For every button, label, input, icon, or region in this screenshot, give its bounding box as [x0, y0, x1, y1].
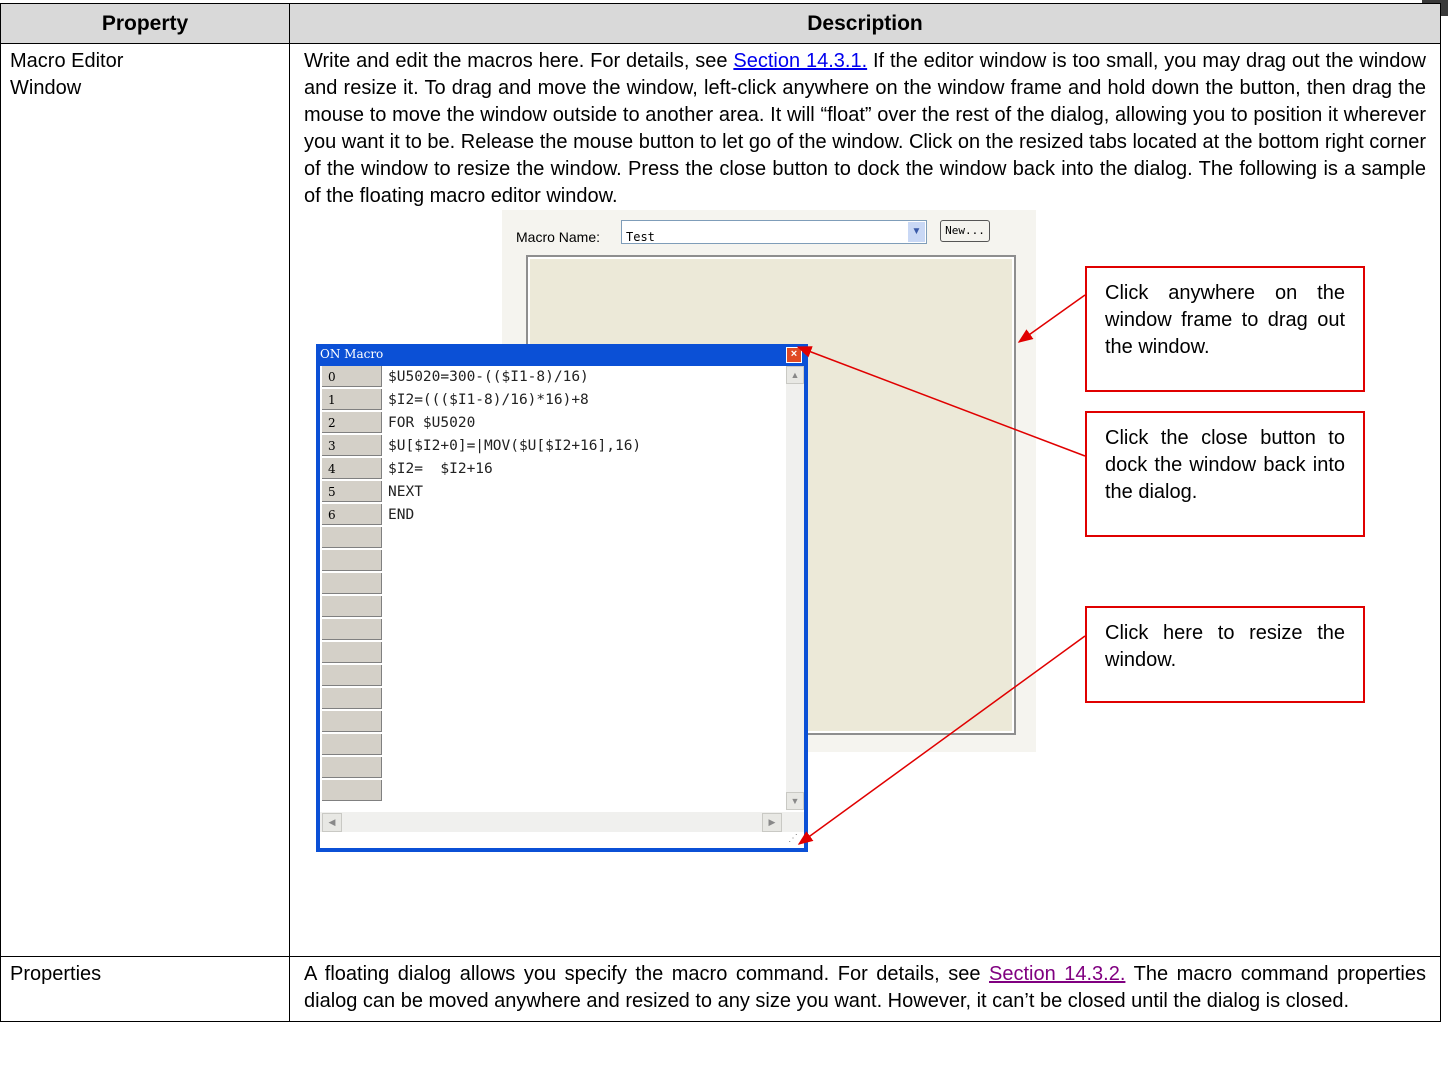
header-description: Description [289, 3, 1441, 44]
table-header-row: Property Description [0, 3, 1441, 44]
description-text: A floating dialog allows you specify the… [304, 963, 1426, 1012]
description-cell: Write and edit the macros here. For deta… [289, 43, 1441, 957]
callout-close: Click the close button to dock the windo… [1085, 411, 1365, 537]
table-row: Macro Editor Window Write and edit the m… [0, 43, 1441, 957]
description-text: Write and edit the macros here. For deta… [304, 50, 1426, 207]
property-cell: Macro Editor Window [0, 43, 290, 957]
description-cell: A floating dialog allows you specify the… [289, 956, 1441, 1022]
close-arrow [796, 346, 1086, 457]
callout-drag: Click anywhere on the window frame to dr… [1085, 266, 1365, 392]
macro-editor-figure: Macro Name: Test ▼ New... ON Macro × 0 1 [304, 210, 1426, 950]
header-property: Property [0, 3, 290, 44]
property-name: Window [10, 77, 82, 99]
resize-arrow [797, 635, 1086, 845]
table-row: Properties A floating dialog allows you … [0, 956, 1441, 1022]
section-link[interactable]: Section 14.3.1. [733, 50, 867, 72]
property-cell: Properties [0, 956, 290, 1022]
callout-resize: Click here to resize the window. [1085, 606, 1365, 703]
property-name: Properties [10, 963, 102, 985]
drag-arrow [1017, 294, 1086, 343]
property-table: Property Description Macro Editor Window… [0, 3, 1441, 1022]
section-link[interactable]: Section 14.3.2. [989, 963, 1125, 985]
property-name: Macro Editor [10, 50, 124, 72]
